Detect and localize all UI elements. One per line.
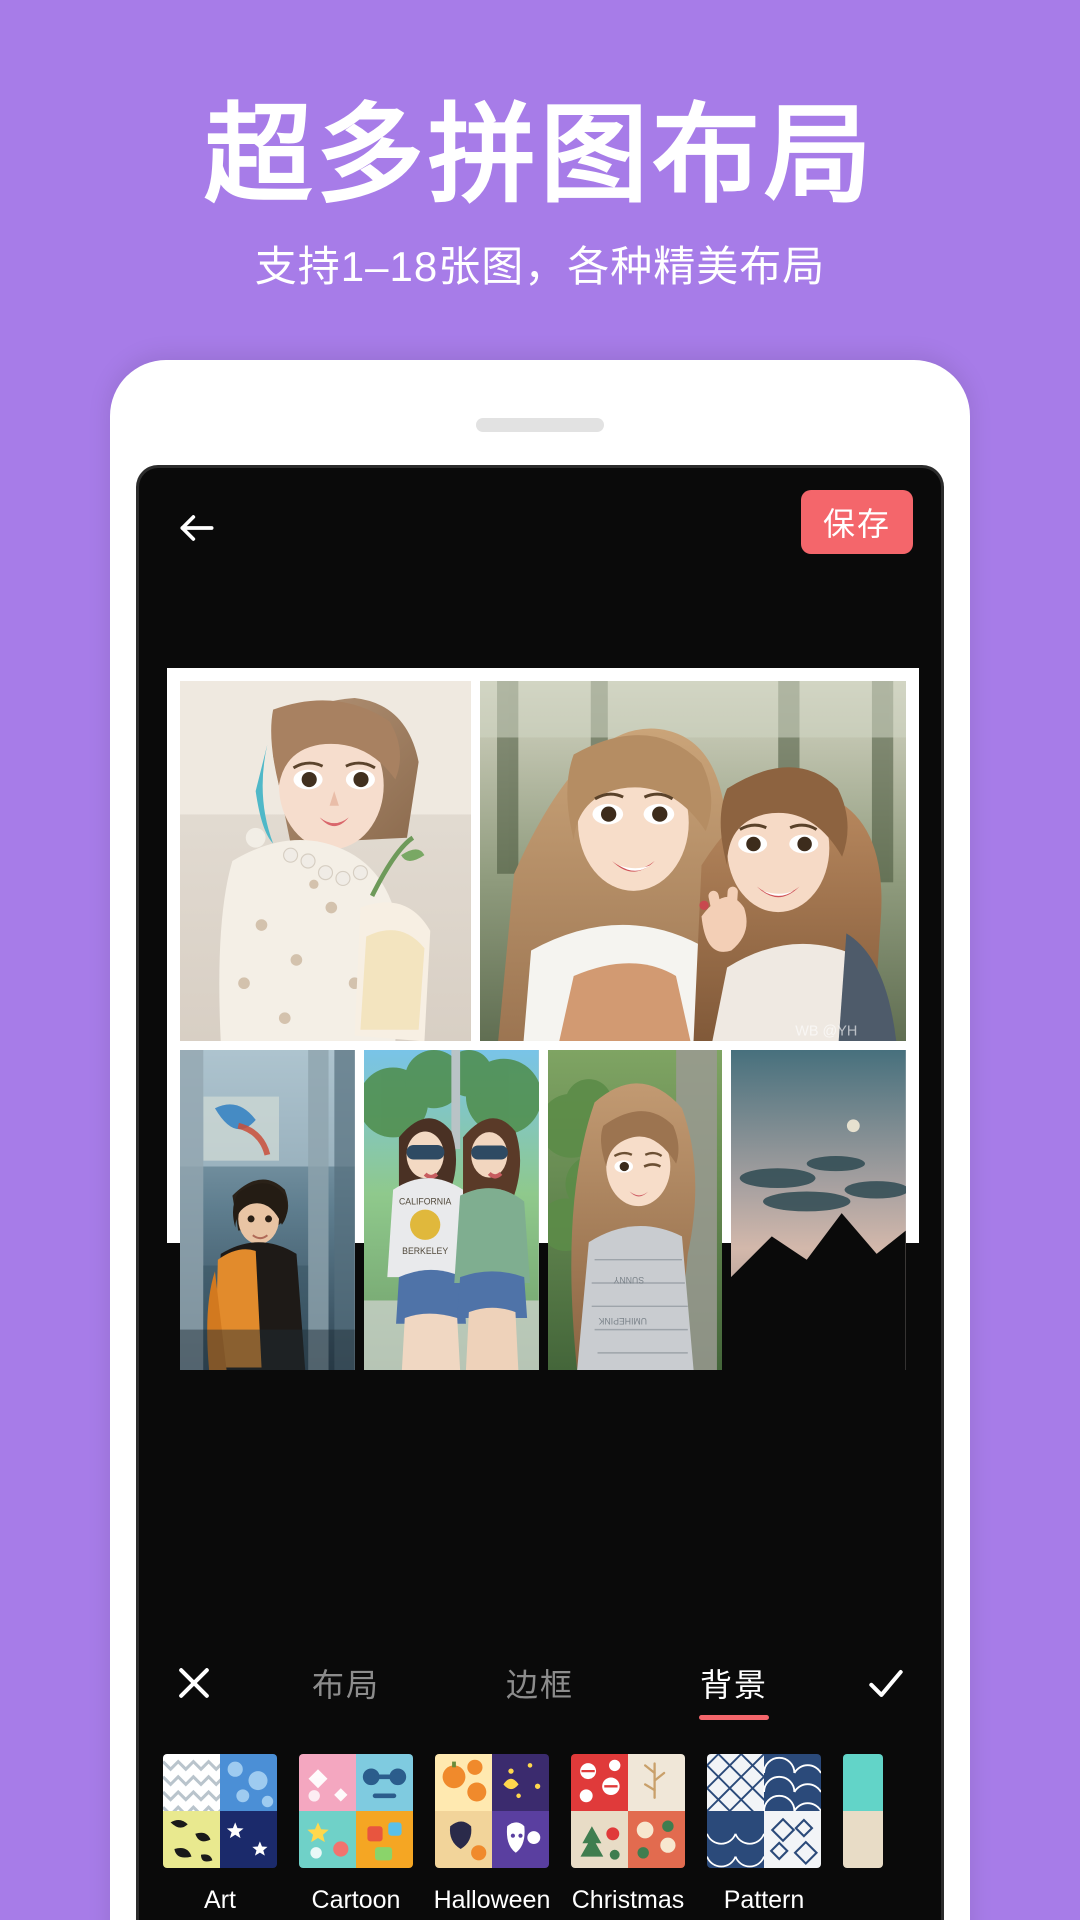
phone-speaker: [476, 418, 604, 432]
photo-selfie-bubble-tea: [180, 681, 471, 1041]
photo-mountain-dusk: [731, 1050, 906, 1371]
collage-grid: WB @YH CALIFORNIA BERKELEY SUNNY UMIHEPI…: [180, 681, 906, 1371]
collage-cell-photo-3[interactable]: [180, 1050, 355, 1371]
app-header: 保存: [139, 468, 941, 586]
page-title: 超多拼图布局: [203, 94, 876, 215]
collage-cell-photo-1[interactable]: [180, 681, 471, 1041]
back-arrow-icon: [180, 515, 214, 541]
cancel-button[interactable]: [139, 1661, 249, 1705]
swatch-pattern: [707, 1754, 821, 1868]
collage-cell-photo-4[interactable]: CALIFORNIA BERKELEY: [363, 1050, 539, 1371]
page-subtitle: 支持1–18张图，各种精美布局: [254, 242, 826, 290]
save-button[interactable]: 保存: [801, 490, 913, 554]
tab-background[interactable]: 背景: [684, 1628, 784, 1738]
background-label: Art: [204, 1886, 236, 1914]
svg-text:UMIHEPINK: UMIHEPINK: [598, 1316, 647, 1326]
tab-layout[interactable]: 布局: [296, 1628, 396, 1738]
photo-woman-grey-top: SUNNY UMIHEPINK: [547, 1050, 723, 1371]
tab-border[interactable]: 边框: [490, 1628, 590, 1738]
svg-text:CALIFORNIA: CALIFORNIA: [399, 1196, 452, 1206]
collage-cell-photo-5[interactable]: SUNNY UMIHEPINK: [547, 1050, 723, 1371]
background-thumbnail-list[interactable]: Art Cartoon Halloween Christmas Pattern: [139, 1738, 941, 1920]
background-item-next[interactable]: [843, 1754, 883, 1886]
phone-mockup: 保存 WB @YH CALIFORNIA BERKELEY SUNNY UMIH…: [110, 360, 970, 1920]
svg-text:BERKELEY: BERKELEY: [402, 1246, 448, 1256]
collage-row-top: WB @YH: [180, 681, 906, 1041]
photo-street-orange-jacket: [180, 1050, 355, 1371]
collage-cell-photo-6[interactable]: [731, 1050, 906, 1371]
swatch-art: [163, 1754, 277, 1868]
swatch-cartoon: [299, 1754, 413, 1868]
svg-text:SUNNY: SUNNY: [613, 1275, 644, 1285]
editor-toolbar: 布局 边框 背景: [139, 1628, 941, 1738]
background-item-pattern[interactable]: Pattern: [707, 1754, 821, 1915]
swatch-christmas: [571, 1754, 685, 1868]
svg-text:WB @YH: WB @YH: [795, 1024, 857, 1040]
collage-cell-photo-2[interactable]: WB @YH: [480, 681, 906, 1041]
photo-two-women-selfie: WB @YH: [480, 681, 906, 1041]
background-item-christmas[interactable]: Christmas: [571, 1754, 685, 1915]
background-label: Christmas: [571, 1886, 685, 1914]
background-item-halloween[interactable]: Halloween: [433, 1754, 551, 1915]
background-label: Cartoon: [311, 1886, 401, 1914]
swatch-next-partial: [843, 1754, 883, 1868]
close-x-icon: [179, 1668, 209, 1698]
photo-two-women-sunglasses: CALIFORNIA BERKELEY: [363, 1050, 539, 1371]
collage-canvas[interactable]: WB @YH CALIFORNIA BERKELEY SUNNY UMIHEPI…: [167, 668, 919, 1371]
background-item-cartoon[interactable]: Cartoon: [299, 1754, 413, 1915]
promo-banner: 超多拼图布局 支持1–18张图，各种精美布局: [0, 0, 1080, 360]
collage-row-bottom: CALIFORNIA BERKELEY SUNNY UMIHEPINK: [180, 1050, 906, 1371]
check-icon: [869, 1669, 903, 1697]
phone-screen: 保存 WB @YH CALIFORNIA BERKELEY SUNNY UMIH…: [136, 465, 944, 1920]
swatch-halloween: [435, 1754, 549, 1868]
background-item-art[interactable]: Art: [163, 1754, 277, 1915]
background-label: Halloween: [433, 1886, 551, 1914]
confirm-button[interactable]: [831, 1661, 941, 1705]
background-label: Pattern: [723, 1886, 805, 1914]
back-button[interactable]: [169, 500, 225, 556]
editor-tabs: 布局 边框 背景: [249, 1628, 831, 1738]
